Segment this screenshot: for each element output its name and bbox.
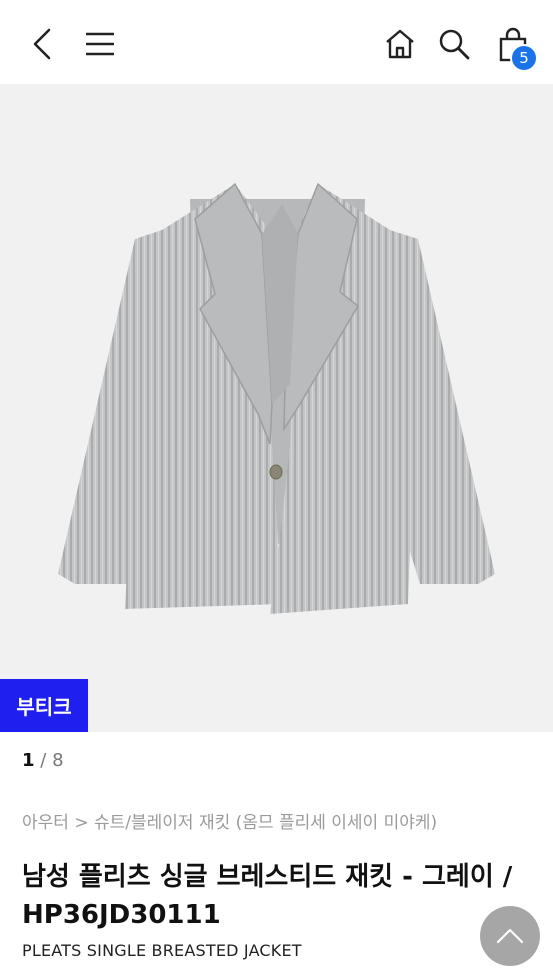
boutique-tag: 부티크 <box>0 679 88 732</box>
search-button[interactable] <box>432 22 476 66</box>
product-title: 남성 플리츠 싱글 브레스티드 재킷 - 그레이 / HP36JD30111 <box>22 862 513 930</box>
scroll-to-top-button[interactable] <box>480 906 540 966</box>
total-pages: 8 <box>52 750 64 771</box>
home-icon <box>386 29 414 59</box>
product-image-gallery[interactable] <box>0 84 553 732</box>
cart-count-badge: 5 <box>510 44 538 72</box>
top-navigation-bar: 5 <box>0 0 553 84</box>
menu-button[interactable] <box>78 24 122 64</box>
category-breadcrumb[interactable]: 아우터 > 슈트/블레이저 재킷 (옴므 플리세 이세이 미야케) <box>22 808 437 833</box>
back-button[interactable] <box>22 24 62 64</box>
product-image-jacket <box>58 182 495 614</box>
home-button[interactable] <box>378 22 422 66</box>
product-english-name: PLEATS SINGLE BREASTED JACKET <box>22 941 302 960</box>
search-icon <box>439 29 470 60</box>
current-page: 1 <box>22 750 35 771</box>
chevron-up-icon <box>496 928 524 944</box>
chevron-left-icon <box>33 28 51 60</box>
page-separator: / <box>40 750 47 771</box>
hamburger-menu-icon <box>86 32 114 56</box>
gallery-pager: 1 / 8 <box>22 750 64 771</box>
